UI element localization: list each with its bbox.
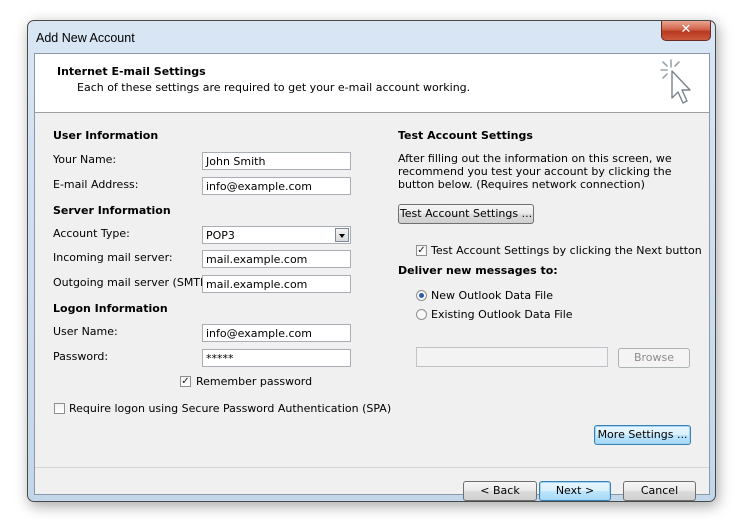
existing-data-file-radio[interactable] [416, 309, 427, 320]
banner-subtitle: Each of these settings are required to g… [77, 81, 471, 94]
remember-password-label: Remember password [196, 375, 313, 388]
server-info-heading: Server Information [53, 204, 171, 217]
test-on-next-label: Test Account Settings by clicking the Ne… [431, 244, 702, 257]
logon-info-heading: Logon Information [53, 302, 168, 315]
incoming-server-label: Incoming mail server: [53, 251, 173, 264]
new-data-file-label: New Outlook Data File [431, 289, 553, 302]
account-type-select[interactable]: POP3 [202, 226, 351, 244]
new-data-file-radio[interactable] [416, 290, 427, 301]
chevron-down-icon[interactable] [335, 228, 349, 242]
email-address-label: E-mail Address: [53, 178, 139, 191]
more-settings-button[interactable]: More Settings ... [594, 425, 691, 445]
test-on-next-checkbox[interactable]: ✓ [416, 245, 427, 256]
dialog-body: Internet E-mail Settings Each of these s… [34, 53, 710, 501]
account-type-value: POP3 [206, 229, 235, 242]
close-icon: ✕ [680, 22, 692, 37]
spa-label: Require logon using Secure Password Auth… [69, 402, 392, 415]
user-info-heading: User Information [53, 129, 159, 142]
remember-password-checkbox[interactable]: ✓ [180, 376, 191, 387]
your-name-label: Your Name: [53, 153, 117, 166]
existing-data-file-path-input[interactable] [416, 347, 608, 367]
password-input[interactable]: ***** [202, 349, 351, 367]
your-name-input[interactable]: John Smith [202, 152, 351, 170]
test-settings-description: After filling out the information on thi… [398, 152, 672, 191]
cancel-button[interactable]: Cancel [623, 481, 696, 501]
close-button[interactable]: ✕ [661, 21, 711, 41]
password-label: Password: [53, 350, 109, 363]
account-type-label: Account Type: [53, 227, 130, 240]
user-name-input[interactable]: info@example.com [202, 324, 351, 342]
back-button[interactable]: < Back [463, 481, 537, 501]
deliver-heading: Deliver new messages to: [398, 264, 558, 277]
cursor-sparkle-icon [660, 59, 691, 104]
existing-data-file-label: Existing Outlook Data File [431, 308, 573, 321]
add-account-window: Add New Account ✕ Internet E-mail Settin… [27, 20, 716, 502]
outgoing-server-input[interactable]: mail.example.com [202, 275, 351, 293]
outgoing-server-label: Outgoing mail server (SMTP): [53, 276, 215, 289]
browse-button[interactable]: Browse [618, 348, 690, 368]
test-settings-heading: Test Account Settings [398, 129, 533, 142]
user-name-label: User Name: [53, 325, 118, 338]
window-title: Add New Account [36, 31, 135, 45]
banner-title: Internet E-mail Settings [57, 65, 206, 78]
test-account-settings-button[interactable]: Test Account Settings ... [398, 204, 534, 224]
header-banner: Internet E-mail Settings Each of these s… [35, 54, 709, 113]
next-button[interactable]: Next > [539, 481, 611, 501]
spa-checkbox[interactable] [54, 403, 65, 414]
footer-divider [35, 467, 709, 468]
incoming-server-input[interactable]: mail.example.com [202, 250, 351, 268]
email-address-input[interactable]: info@example.com [202, 177, 351, 195]
